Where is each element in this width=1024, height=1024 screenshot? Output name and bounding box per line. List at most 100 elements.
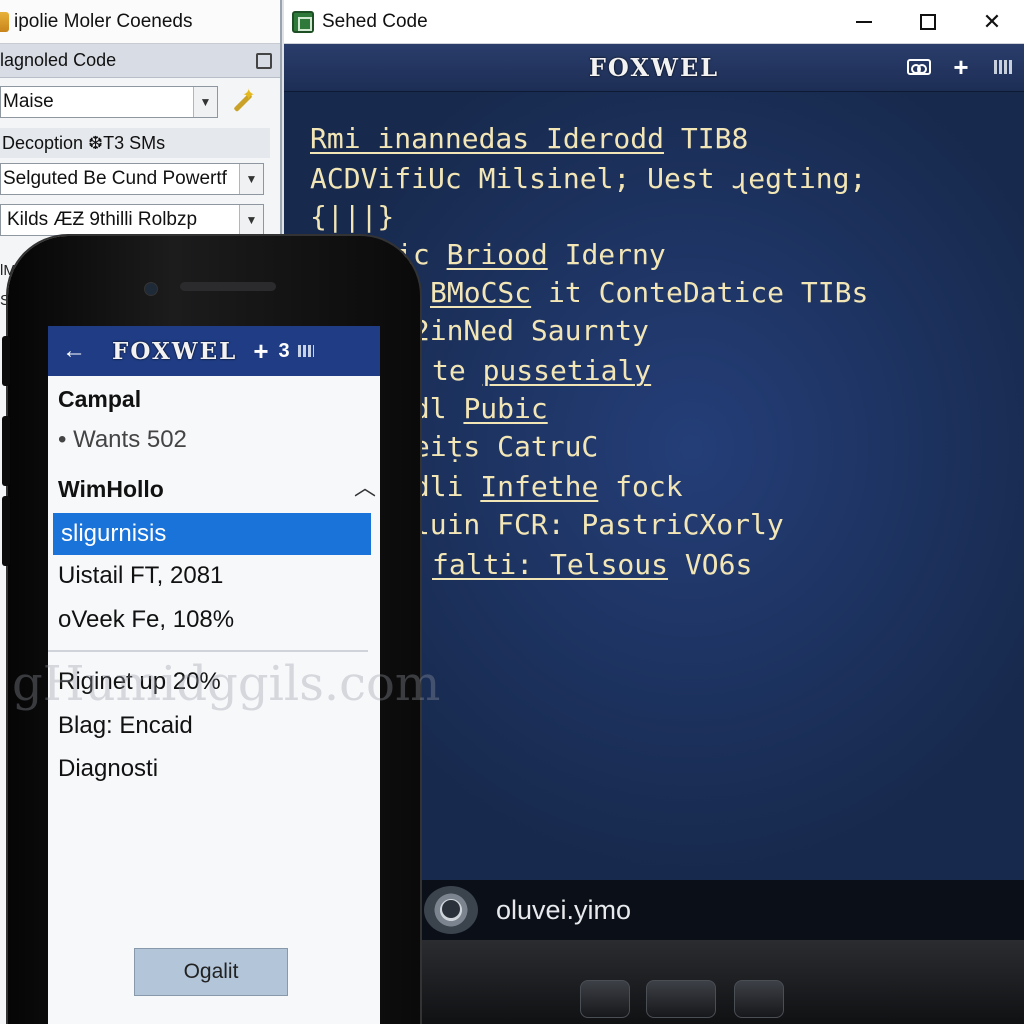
add-button[interactable]: + <box>948 51 974 82</box>
list-item[interactable]: Uistail FT, 2081 <box>58 562 223 590</box>
code-line: BMoCSc it ConteDatice TIBs <box>430 276 868 309</box>
list-section-title: Campal <box>58 386 142 412</box>
mode-select-value: Maise <box>3 91 54 112</box>
code-text: te <box>432 354 483 387</box>
phone-device: ← FOXWEL + 3 Campal • Wants 502 WimHollo… <box>2 236 440 1024</box>
right-window-title: Sehed Code <box>322 10 428 32</box>
phone-brand-logo: FOXWEL <box>112 337 238 365</box>
description-label: Decoption ❆T3 SMs <box>0 128 270 158</box>
list-section-title: WimHollo <box>58 476 164 502</box>
signal-button[interactable] <box>990 54 1016 80</box>
signal-bars-icon <box>994 60 1012 74</box>
chevron-down-icon[interactable]: ▼ <box>193 87 217 117</box>
collapse-chevron-icon[interactable]: ︿ <box>354 470 376 502</box>
phone-app-bar: ← FOXWEL + 3 <box>48 326 380 376</box>
plus-icon[interactable]: + <box>253 336 268 367</box>
magic-wand-icon[interactable] <box>228 85 256 116</box>
footer-label: oluvei.yimo <box>496 894 632 925</box>
code-line: te pussetialy <box>432 354 651 387</box>
close-button[interactable]: ✕ <box>960 0 1024 44</box>
code-text: VO6s <box>668 548 753 581</box>
action-button[interactable]: Ogalit <box>134 948 288 996</box>
brand-logo: FOXWEL <box>588 53 720 82</box>
code-text: it ConteDatice TIBs <box>531 276 869 309</box>
action-button-label: Ogalit <box>183 960 239 983</box>
device-button[interactable] <box>646 980 716 1018</box>
minimize-icon <box>856 20 872 23</box>
code-text: fock <box>598 470 683 503</box>
code-line: {|||} <box>310 200 394 233</box>
app-icon <box>0 11 9 32</box>
code-underlined-text: pussetialy <box>482 354 652 387</box>
code-line: ACDVifiUc Milsinel; Uest ɻegting; <box>310 162 866 195</box>
phone-side-button[interactable] <box>2 416 10 486</box>
left-window-titlebar[interactable]: ipolie Moler Coeneds <box>0 0 280 44</box>
maximize-icon <box>920 13 936 30</box>
list-item[interactable]: Blag: Encaid <box>58 712 193 740</box>
code-line: falti: Telsous VO6s <box>432 548 752 581</box>
filter-select-value: Kilds ÆƵ 9thilli Rolbzp <box>7 209 198 230</box>
code-text: d2inNed Saurnty <box>396 314 649 347</box>
panel-header-label: lagnoled Code <box>0 50 117 70</box>
combo-row-3: Kilds ÆƵ 9thilli Rolbzp ▼ <box>0 204 264 236</box>
selected-list-item[interactable]: sligurnisis <box>53 513 371 555</box>
code-text: Iderny <box>547 238 666 271</box>
signal-bars-icon <box>297 345 314 357</box>
combo-row-2: Selguted Be Cund Powertf ▼ <box>0 163 264 195</box>
code-line: d2inNed Saurnty <box>396 314 649 347</box>
scanner-app-icon <box>292 10 314 33</box>
chevron-down-icon[interactable]: ▼ <box>239 205 263 235</box>
plus-icon: + <box>953 51 969 82</box>
code-underlined-text: Infethe <box>480 470 599 503</box>
camera-icon <box>144 282 158 296</box>
maximize-button[interactable] <box>896 0 960 44</box>
back-arrow-icon[interactable]: ← <box>62 337 86 365</box>
code-line: ic Briood Iderny <box>396 238 666 271</box>
code-select-value: Selguted Be Cund Powertf <box>3 168 227 189</box>
code-underlined-text: Pubic <box>463 392 548 425</box>
device-button[interactable] <box>734 980 784 1018</box>
list-item[interactable]: Diagnosti <box>58 755 158 783</box>
device-button[interactable] <box>580 980 630 1018</box>
code-line: hluin FCR: PastriCXorly <box>396 508 784 541</box>
code-text: meiṭs CatruC <box>396 430 599 463</box>
code-text: {|||} <box>310 200 395 233</box>
code-line: Rmi inannedas Iderodd TIB8 <box>310 122 748 155</box>
code-text: TIB8 <box>664 122 749 155</box>
code-underlined-text: Rmi inannedas Iderodd <box>310 122 665 155</box>
minimize-button[interactable] <box>832 0 896 44</box>
code-underlined-text: falti: Telsous <box>432 548 669 581</box>
filter-select[interactable]: Kilds ÆƵ 9thilli Rolbzp ▼ <box>0 204 264 236</box>
speaker-grille <box>180 282 276 291</box>
list-item[interactable]: • Wants 502 <box>58 426 187 454</box>
toolbar-actions: + <box>906 51 1016 82</box>
notification-count: 3 <box>278 339 290 362</box>
watermark: gHumidggils.com <box>12 656 441 712</box>
close-icon: ✕ <box>982 8 1002 34</box>
chevron-down-icon[interactable]: ▼ <box>239 164 263 194</box>
code-line: meiṭs CatruC <box>396 430 598 463</box>
brand-toolbar: FOXWEL + <box>284 44 1024 92</box>
phone-side-button[interactable] <box>2 496 10 566</box>
list-item[interactable]: oVeek Fe, 108% <box>58 606 234 634</box>
code-line: udli Infethe fock <box>396 470 683 503</box>
pin-icon[interactable] <box>256 52 272 69</box>
mode-select[interactable]: Maise ▼ <box>0 86 218 118</box>
code-underlined-text: Briood <box>446 238 548 271</box>
left-window-title: ipolie Moler Coeneds <box>14 10 193 32</box>
phone-side-button[interactable] <box>2 336 10 386</box>
code-text: ACDVifiUc Milsinel; Uest ɻegting; <box>310 162 867 195</box>
right-window-titlebar[interactable]: Sehed Code ✕ <box>284 0 1024 44</box>
code-underlined-text: BMoCSc <box>430 276 532 309</box>
code-select[interactable]: Selguted Be Cund Powertf ▼ <box>0 163 264 195</box>
view-icon <box>907 59 931 75</box>
window-controls: ✕ <box>832 0 1024 44</box>
screen-root: ipolie Moler Coeneds lagnoled Code Maise… <box>0 0 1024 1024</box>
description-row: Decoption ❆T3 SMs <box>0 128 270 158</box>
view-button[interactable] <box>906 54 932 80</box>
divider <box>48 650 368 652</box>
selected-list-item-label: sligurnisis <box>61 520 167 547</box>
panel-header: lagnoled Code <box>0 44 280 78</box>
code-text: hluin FCR: PastriCXorly <box>396 508 784 541</box>
gear-icon <box>424 886 478 934</box>
